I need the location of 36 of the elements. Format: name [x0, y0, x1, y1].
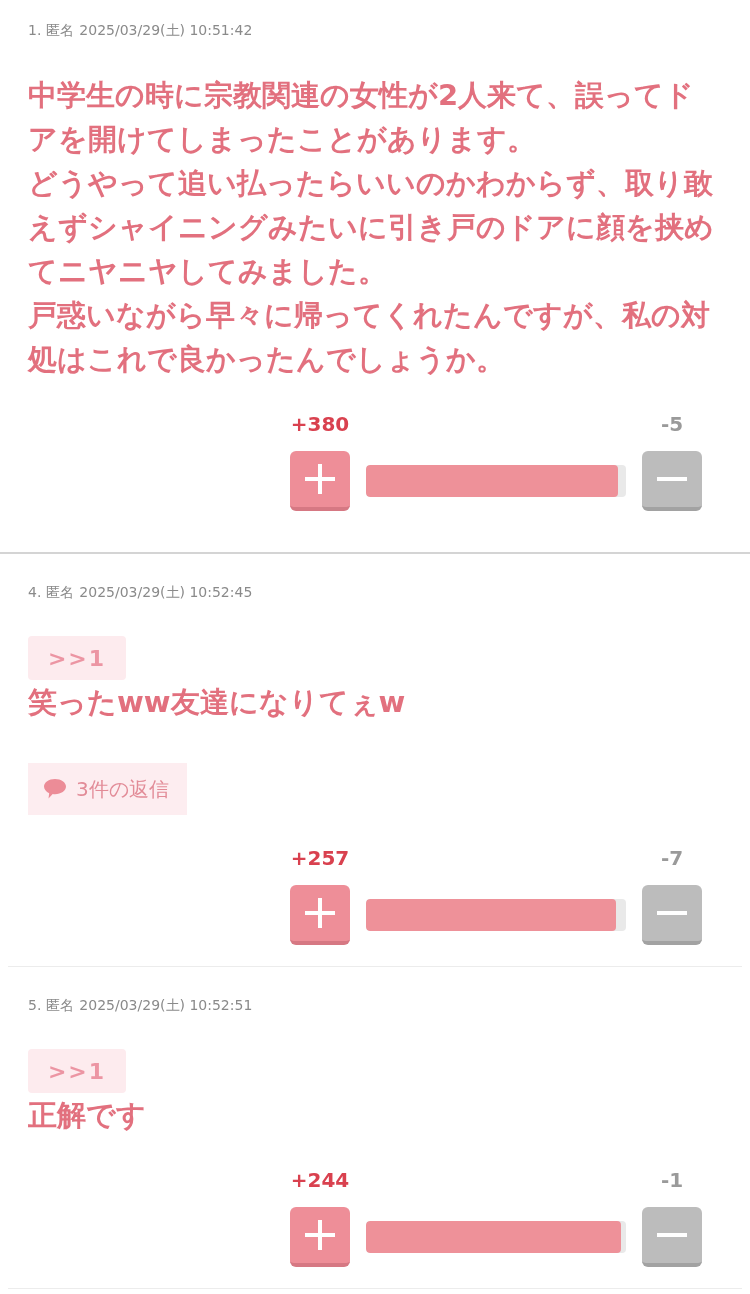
post-text: 戸惑いながら早々に帰ってくれたんですが、私の対処はこれで良かったんでしょうか。 — [28, 297, 711, 378]
author-name: 匿名 — [46, 22, 75, 38]
post-text: 中学生の時に宗教関連の女性が2人来て、誤ってドアを開けてしまったことがあります。 — [28, 77, 696, 158]
post-text: 笑ったww友達になりてぇw — [28, 684, 407, 721]
minus-icon — [657, 1233, 687, 1237]
minus-icon — [657, 477, 687, 481]
minus-icon — [657, 911, 687, 915]
anchor-link[interactable]: >>1 — [28, 636, 126, 680]
plus-vote-button[interactable] — [290, 885, 350, 945]
post-text: どうやって追い払ったらいいのかわからず、取り敢えずシャイニングみたいに引き戸のドアに顔を挟めてニヤニヤしてみました。 — [28, 165, 714, 290]
minus-vote-button[interactable] — [642, 885, 702, 945]
post-date: 2025/03/29(土) 10:51:42 — [79, 22, 253, 38]
plus-vote-count: +244 — [290, 1168, 350, 1192]
post-number: 5. — [28, 997, 42, 1013]
plus-vote-button[interactable] — [290, 451, 350, 511]
minus-vote-button[interactable] — [642, 1207, 702, 1267]
speech-bubble-icon — [44, 779, 66, 799]
minus-vote-count: -5 — [660, 412, 684, 436]
post-number: 4. — [28, 584, 42, 600]
plus-vote-count: +380 — [290, 412, 350, 436]
post-date: 2025/03/29(土) 10:52:51 — [79, 997, 253, 1013]
post-number: 1. — [28, 22, 42, 38]
plus-vote-button[interactable] — [290, 1207, 350, 1267]
post-date: 2025/03/29(土) 10:52:45 — [79, 584, 253, 600]
replies-button[interactable]: 3件の返信 — [28, 763, 187, 815]
author-name: 匿名 — [46, 997, 75, 1013]
minus-vote-count: -1 — [660, 1168, 684, 1192]
post-text: 正解です — [28, 1097, 147, 1134]
plus-vote-count: +257 — [290, 846, 350, 870]
anchor-link[interactable]: >>1 — [28, 1049, 126, 1093]
plus-icon — [304, 1219, 336, 1251]
plus-icon — [304, 463, 336, 495]
minus-vote-count: -7 — [660, 846, 684, 870]
plus-icon — [304, 897, 336, 929]
author-name: 匿名 — [46, 584, 75, 600]
minus-vote-button[interactable] — [642, 451, 702, 511]
